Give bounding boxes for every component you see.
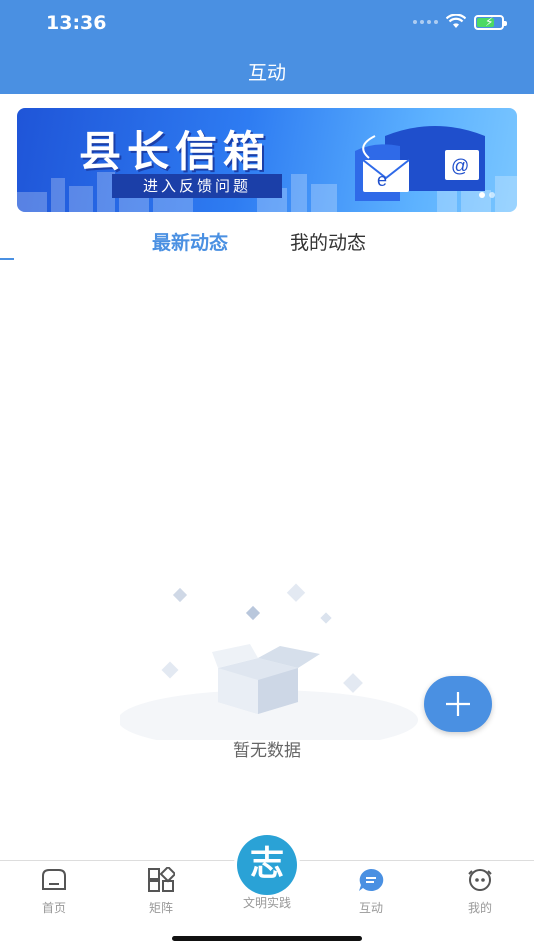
tabbar-label: 文明实践 (242, 896, 291, 910)
chat-icon (359, 868, 384, 891)
tabbar-item-home[interactable]: 首页 (14, 867, 94, 916)
grid-icon (148, 865, 177, 892)
volunteer-badge-icon: 志 (237, 835, 297, 895)
home-indicator (172, 936, 362, 941)
tabbar-item-mine[interactable]: 我的 (440, 867, 520, 916)
tabbar-label: 矩阵 (148, 901, 173, 915)
svg-text:@: @ (451, 156, 469, 176)
tabbar-label: 首页 (41, 901, 66, 915)
banner-pager (479, 192, 495, 198)
page-title: 互动 (247, 62, 286, 84)
empty-box-illustration (120, 583, 418, 740)
tab-indicator (0, 258, 14, 260)
status-icons: ⚡ (413, 14, 507, 30)
banner-subtitle: 进入反馈问题 (112, 174, 282, 198)
status-time: 13:36 (46, 12, 107, 34)
add-post-button[interactable] (424, 676, 492, 732)
tabbar-item-civilization-practice[interactable]: 志 (234, 832, 300, 898)
svg-text:e: e (377, 170, 387, 190)
tabbar-label: 互动 (358, 901, 383, 915)
empty-state-text: 暂无数据 (233, 741, 301, 761)
status-bar: 13:36 ⚡ (0, 0, 534, 48)
banner-county-mailbox[interactable]: 县长信箱 进入反馈问题 e @ (17, 108, 517, 212)
plus-icon (446, 692, 470, 716)
tabbar-item-matrix[interactable]: 矩阵 (121, 865, 201, 916)
home-icon (42, 869, 66, 890)
wifi-icon (446, 14, 466, 28)
battery-icon: ⚡ (474, 14, 507, 30)
tabbar-label: 我的 (467, 901, 492, 915)
face-icon (468, 869, 492, 891)
feed-tabs: 最新动态 我的动态 (0, 226, 534, 260)
tabbar-item-interact[interactable]: 互动 (331, 867, 411, 916)
banner-title: 县长信箱 (79, 127, 272, 176)
cellular-signal-icon (413, 20, 438, 24)
tab-latest[interactable]: 最新动态 (152, 228, 228, 255)
tab-mine[interactable]: 我的动态 (290, 228, 366, 255)
nav-bar: 互动 (0, 48, 534, 94)
